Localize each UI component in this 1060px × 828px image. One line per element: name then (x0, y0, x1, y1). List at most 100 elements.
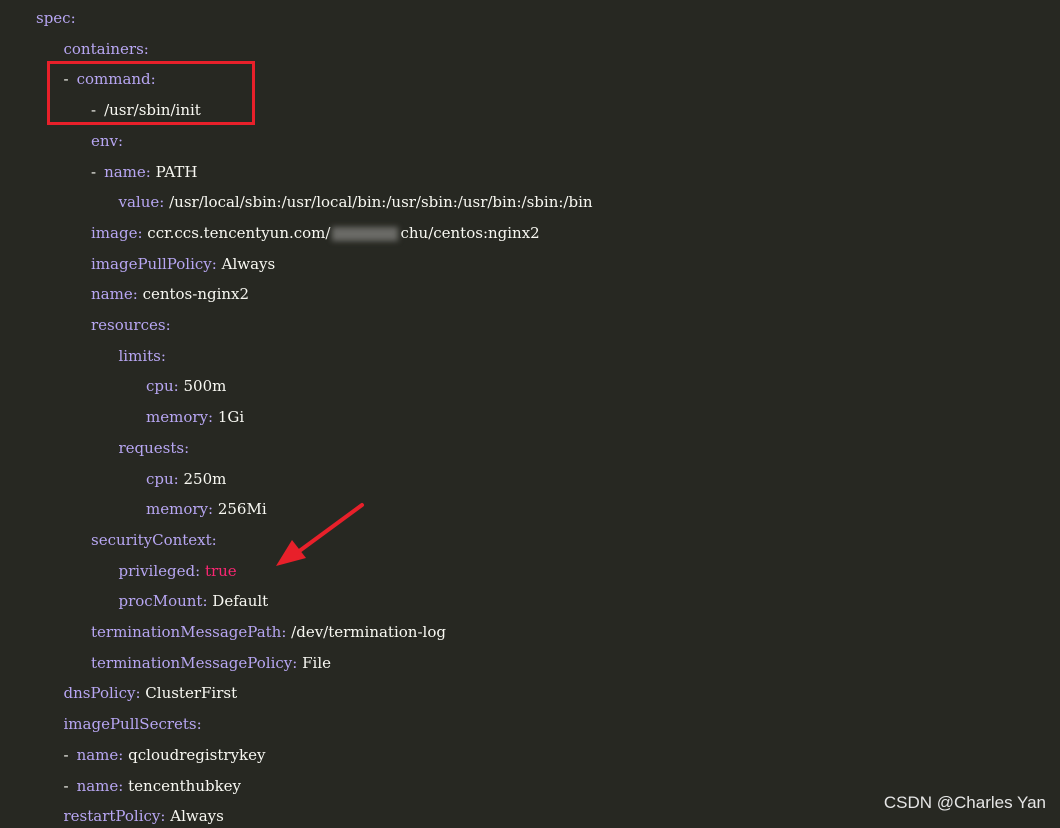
yaml-colon: : (159, 193, 165, 212)
yaml-key: value (118, 193, 160, 212)
yaml-colon: : (196, 715, 202, 734)
yaml-line: imagePullSecrets: (64, 712, 202, 736)
yaml-colon: : (70, 9, 76, 27)
yaml-value: ClusterFirst (145, 684, 238, 703)
yaml-value: tencenthubkey (128, 776, 242, 795)
yaml-colon: : (211, 530, 217, 549)
yaml-line: restartPolicy: Always (64, 804, 224, 828)
yaml-line: limits: (119, 344, 166, 368)
yaml-key: imagePullPolicy (91, 254, 212, 273)
yaml-key: restartPolicy (63, 807, 161, 826)
yaml-key: cpu (146, 469, 174, 488)
yaml-value: 250m (183, 469, 227, 488)
yaml-line: containers: (64, 37, 149, 61)
yaml-value: PATH (155, 162, 198, 181)
yaml-value: File (302, 653, 331, 672)
list-dash: - (91, 101, 97, 120)
code-editor: spec: containers: - command: -/usr/sbin/init… (0, 0, 1060, 825)
yaml-colon: : (281, 623, 287, 641)
yaml-value: ccr.ccs.tencentyun.com/ (147, 223, 331, 242)
yaml-key: limits (118, 346, 161, 365)
yaml-key: image (91, 223, 138, 242)
yaml-line: - name: tencenthubkey (64, 774, 242, 798)
yaml-colon: : (160, 807, 166, 826)
yaml-key: name (91, 285, 133, 304)
red-arrow-icon (276, 503, 364, 566)
yaml-value: 256Mi (217, 500, 267, 519)
yaml-key: imagePullSecrets (63, 715, 197, 734)
yaml-colon: : (118, 776, 124, 795)
yaml-key: securityContext (91, 530, 212, 549)
yaml-key: cpu (146, 377, 174, 396)
yaml-key: requests (118, 438, 185, 457)
yaml-line: terminationMessagePolicy: File (91, 651, 331, 675)
yaml-key: dnsPolicy (63, 684, 136, 703)
list-dash: - (63, 70, 69, 89)
yaml-key: spec (36, 9, 71, 27)
yaml-colon: : (208, 500, 214, 519)
redacted-text (332, 226, 399, 241)
yaml-colon: : (208, 408, 214, 427)
yaml-key: terminationMessagePath (91, 623, 282, 641)
yaml-line: env: (91, 129, 123, 153)
yaml-line: memory: 1Gi (146, 405, 244, 429)
yaml-colon: : (173, 469, 179, 488)
yaml-colon: : (145, 162, 151, 181)
yaml-key: name (104, 162, 146, 181)
yaml-colon: : (143, 39, 149, 58)
list-dash: - (63, 745, 69, 764)
yaml-key: command (76, 70, 151, 89)
yaml-line: requests: (119, 436, 190, 460)
yaml-colon: : (165, 316, 171, 334)
yaml-line: imagePullPolicy: Always (91, 252, 275, 276)
yaml-colon: : (184, 438, 190, 457)
yaml-line: privileged: true (119, 559, 237, 583)
yaml-value: Default (212, 592, 269, 611)
yaml-line: memory: 256Mi (146, 497, 267, 521)
yaml-line: cpu: 500m (146, 374, 226, 398)
yaml-value: Always (221, 254, 276, 273)
yaml-line: terminationMessagePath: /dev/termination… (91, 620, 446, 644)
list-dash: - (63, 776, 69, 795)
yaml-colon: : (132, 285, 138, 304)
yaml-key: name (76, 776, 119, 795)
yaml-line: -/usr/sbin/init (91, 98, 201, 122)
yaml-value: qcloudregistrykey (128, 745, 266, 764)
yaml-value: /usr/sbin/init (104, 101, 201, 120)
yaml-colon: : (118, 745, 124, 764)
yaml-value-suffix: chu/centos:nginx2 (400, 223, 540, 242)
yaml-line: procMount: Default (119, 589, 269, 613)
yaml-colon: : (150, 70, 156, 89)
yaml-colon: : (160, 346, 166, 365)
yaml-key: resources (91, 316, 166, 334)
yaml-line: value: /usr/local/sbin:/usr/local/bin:/u… (119, 190, 593, 214)
yaml-colon: : (211, 254, 217, 273)
yaml-value: centos-nginx2 (142, 285, 250, 304)
yaml-key: terminationMessagePolicy (91, 653, 293, 672)
yaml-line: - command: (64, 67, 156, 91)
yaml-key: privileged (118, 561, 196, 580)
yaml-line: cpu: 250m (146, 467, 226, 491)
yaml-key: env (91, 131, 119, 150)
yaml-line: name: centos-nginx2 (91, 282, 249, 306)
yaml-colon: : (195, 561, 201, 580)
yaml-value: true (204, 561, 237, 580)
yaml-line: image: ccr.ccs.tencentyun.com/chu/centos… (91, 221, 540, 245)
yaml-colon: : (135, 684, 141, 703)
yaml-value: /usr/local/sbin:/usr/local/bin:/usr/sbin… (169, 193, 593, 212)
yaml-key: memory (146, 408, 208, 427)
yaml-colon: : (202, 592, 208, 611)
yaml-key: name (76, 745, 119, 764)
yaml-key: procMount (118, 592, 203, 611)
watermark: CSDN @Charles Yan (883, 793, 1046, 812)
yaml-value: Always (170, 807, 224, 826)
yaml-key: memory (146, 500, 208, 519)
yaml-line: - name: qcloudregistrykey (64, 743, 266, 767)
yaml-value: 500m (183, 377, 227, 396)
yaml-line: securityContext: (91, 528, 217, 552)
yaml-line: dnsPolicy: ClusterFirst (64, 681, 238, 705)
yaml-line: spec: (36, 6, 76, 30)
yaml-colon: : (292, 653, 298, 672)
yaml-colon: : (137, 223, 143, 242)
yaml-key: containers (63, 39, 144, 58)
